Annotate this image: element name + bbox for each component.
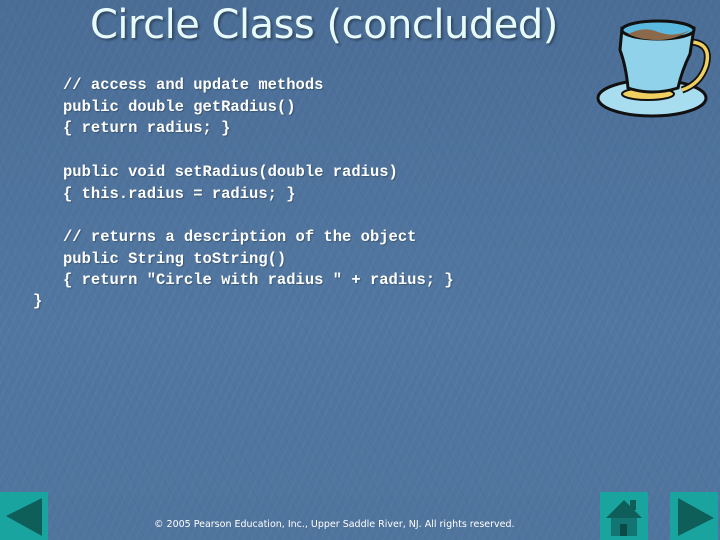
- right-arrow-icon: [678, 498, 714, 536]
- slide-title: Circle Class (concluded): [90, 2, 558, 48]
- home-icon: [606, 500, 642, 536]
- code-setradius: public void setRadius(double radius) { t…: [63, 163, 398, 203]
- home-button[interactable]: [600, 492, 648, 540]
- copyright-footer: © 2005 Pearson Education, Inc., Upper Sa…: [154, 519, 515, 530]
- coffee-cup-icon: [596, 6, 716, 124]
- code-getradius: // access and update methods public doub…: [63, 76, 324, 137]
- code-tostring: // returns a description of the object p…: [63, 228, 454, 289]
- previous-slide-button[interactable]: [0, 492, 48, 540]
- next-slide-button[interactable]: [670, 492, 718, 540]
- code-closing-brace: }: [33, 292, 43, 310]
- left-arrow-icon: [6, 498, 42, 536]
